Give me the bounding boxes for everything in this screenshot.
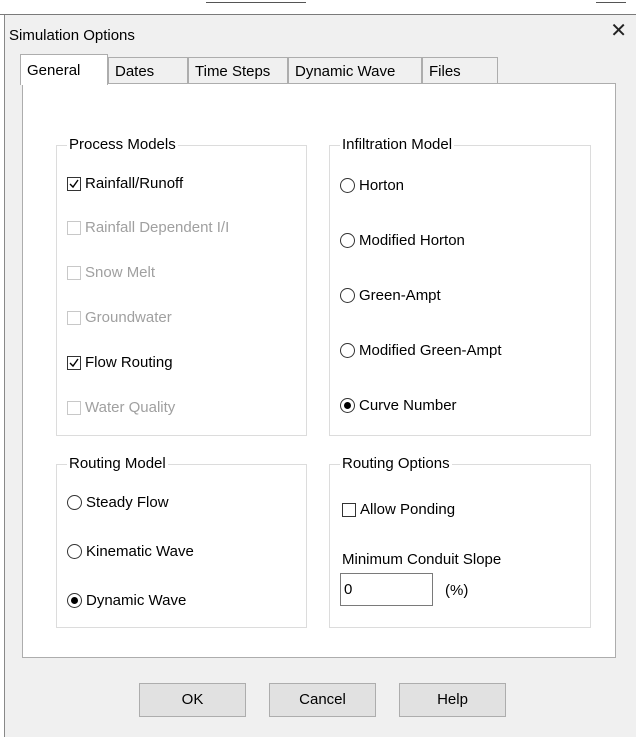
min-conduit-slope-input[interactable] (340, 573, 433, 606)
radio-icon (340, 288, 355, 303)
steady-flow-radio[interactable]: Steady Flow (67, 494, 169, 511)
radio-label: Curve Number (359, 397, 457, 414)
water-quality-checkbox[interactable]: Water Quality (67, 399, 175, 416)
checkbox-label: Rainfall Dependent I/I (85, 219, 230, 236)
dynamic-wave-radio[interactable]: Dynamic Wave (67, 592, 186, 609)
checkbox-label: Flow Routing (85, 354, 173, 371)
radio-icon (67, 495, 82, 510)
checkbox-icon (67, 220, 81, 235)
tab-dynamic-wave[interactable]: Dynamic Wave (288, 57, 422, 84)
snow-melt-checkbox[interactable]: Snow Melt (67, 264, 155, 281)
modified-green-ampt-radio[interactable]: Modified Green-Ampt (340, 342, 502, 359)
rainfall-runoff-checkbox[interactable]: Rainfall/Runoff (67, 175, 183, 192)
allow-ponding-checkbox[interactable]: Allow Ponding (342, 501, 455, 518)
modified-horton-radio[interactable]: Modified Horton (340, 232, 465, 249)
checkbox-icon (67, 176, 81, 191)
routing-options-legend: Routing Options (340, 455, 452, 473)
tab-dates[interactable]: Dates (108, 57, 188, 84)
green-ampt-radio[interactable]: Green-Ampt (340, 287, 441, 304)
tab-files[interactable]: Files (422, 57, 498, 84)
background-shape (206, 2, 306, 15)
checkbox-label: Water Quality (85, 399, 176, 416)
close-icon[interactable]: ✕ (610, 21, 627, 41)
radio-icon (67, 593, 82, 608)
cancel-button[interactable]: Cancel (269, 683, 376, 717)
checkbox-label: Rainfall/Runoff (85, 175, 184, 192)
checkbox-icon (67, 355, 81, 370)
tab-label: Files (429, 63, 461, 80)
process-models-group: Process Models Rainfall/Runoff Rainfall … (56, 136, 307, 436)
tab-time-steps[interactable]: Time Steps (188, 57, 288, 84)
checkbox-icon (67, 400, 81, 415)
radio-selected-dot (344, 402, 351, 409)
background-window-edge (0, 0, 636, 15)
radio-label: Modified Green-Ampt (359, 342, 502, 359)
radio-icon (340, 233, 355, 248)
routing-model-legend: Routing Model (67, 455, 168, 473)
routing-model-group: Routing Model Steady Flow Kinematic Wave… (56, 455, 307, 628)
tab-label: Dynamic Wave (295, 63, 396, 80)
infiltration-model-group: Infiltration Model Horton Modified Horto… (329, 136, 591, 436)
help-button[interactable]: Help (399, 683, 506, 717)
routing-options-group: Routing Options Allow Ponding Minimum Co… (329, 455, 591, 628)
curve-number-radio[interactable]: Curve Number (340, 397, 457, 414)
rainfall-dependent-ii-checkbox[interactable]: Rainfall Dependent I/I (67, 219, 229, 236)
tab-label: General (27, 62, 81, 79)
background-shape (596, 2, 626, 15)
checkbox-label: Allow Ponding (360, 501, 456, 518)
horton-radio[interactable]: Horton (340, 177, 404, 194)
infiltration-model-legend: Infiltration Model (340, 136, 455, 154)
checkbox-icon (67, 265, 81, 280)
tab-label: Time Steps (195, 63, 271, 80)
tab-panel-general: Process Models Rainfall/Runoff Rainfall … (22, 83, 616, 658)
min-conduit-slope-label: Minimum Conduit Slope (342, 551, 502, 568)
checkbox-label: Snow Melt (85, 264, 156, 281)
radio-label: Modified Horton (359, 232, 465, 249)
radio-icon (340, 398, 355, 413)
tab-general[interactable]: General (20, 54, 108, 85)
groundwater-checkbox[interactable]: Groundwater (67, 309, 172, 326)
radio-label: Steady Flow (86, 494, 169, 511)
checkbox-icon (342, 502, 356, 517)
kinematic-wave-radio[interactable]: Kinematic Wave (67, 543, 194, 560)
flow-routing-checkbox[interactable]: Flow Routing (67, 354, 173, 371)
percent-unit-label: (%) (445, 582, 469, 599)
radio-icon (340, 178, 355, 193)
checkbox-label: Groundwater (85, 309, 172, 326)
radio-selected-dot (71, 597, 78, 604)
checkbox-icon (67, 310, 81, 325)
radio-icon (67, 544, 82, 559)
radio-label: Horton (359, 177, 405, 194)
radio-icon (340, 343, 355, 358)
tab-label: Dates (115, 63, 155, 80)
dialog-title: Simulation Options (9, 27, 135, 44)
radio-label: Green-Ampt (359, 287, 441, 304)
ok-button[interactable]: OK (139, 683, 246, 717)
process-models-legend: Process Models (67, 136, 178, 154)
radio-label: Kinematic Wave (86, 543, 194, 560)
radio-label: Dynamic Wave (86, 592, 187, 609)
